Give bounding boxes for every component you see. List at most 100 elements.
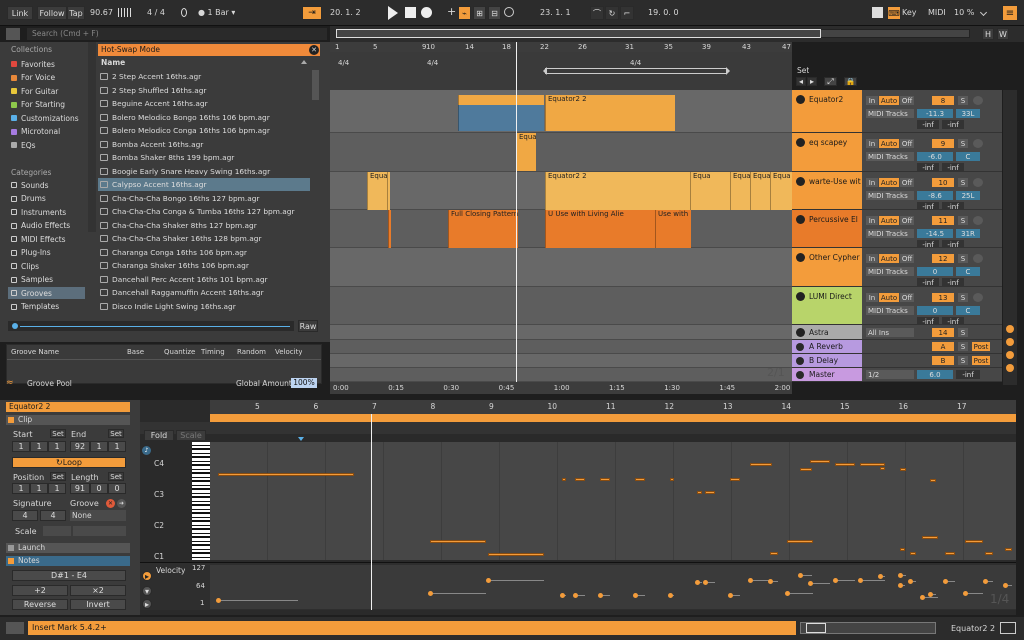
file-list-item[interactable]: Cha-Cha-Cha Conga & Tumba 16ths 127 bpm.… [98,205,310,218]
track-lane[interactable] [330,248,792,287]
track-routing-select[interactable]: MIDI Tracks [866,109,914,118]
track-number[interactable]: 11 [932,216,954,225]
track-fold-icon[interactable] [796,95,805,104]
midi-note[interactable] [900,468,906,471]
midi-note[interactable] [1005,548,1012,551]
sort-arrow-icon[interactable] [301,60,307,64]
stretch-button[interactable]: ×2 [70,585,126,596]
file-list-item[interactable]: Boogie Early Snare Heavy Swing 16ths.agr [98,165,310,178]
midi-note[interactable] [985,552,993,555]
scale-root-select[interactable] [43,526,71,536]
length-bar-field[interactable]: 91 [70,483,90,494]
sidebar-item-audio-effects[interactable]: Audio Effects [11,220,70,232]
signature-numerator[interactable]: 4 [12,510,38,521]
track-number[interactable]: 12 [932,254,954,263]
midi-note[interactable] [835,463,855,466]
preview-notes-icon[interactable]: ♪ [142,446,151,455]
track-header[interactable]: eq scapey [792,133,862,172]
tap-button[interactable]: Tap [67,6,85,20]
track-monitor-auto[interactable]: Auto [879,178,899,187]
file-list-scrollbar[interactable] [312,70,319,100]
cpu-dropdown-icon[interactable] [979,8,988,17]
track-monitor-off[interactable]: Off [900,178,914,187]
loop-start-field[interactable]: 23. 1. 1 [540,8,571,17]
loop-end-icon[interactable] [726,67,730,75]
track-volume[interactable]: -14.5 [917,229,953,238]
velocity-handle[interactable] [983,579,988,584]
post-button[interactable]: Post [972,356,990,365]
velocity-handle[interactable] [598,593,603,598]
return-track-header[interactable]: A Reverb [792,340,862,354]
track-input-in[interactable]: In [866,293,878,302]
time-signature-marker[interactable]: 4/4 [338,59,349,67]
time-ruler[interactable]: 0:00 0:15 0:30 0:45 1:00 1:15 1:30 1:45 2:00 [330,382,792,394]
velocity-handle[interactable] [808,581,813,586]
file-list-item[interactable]: Dancehall Raggamuffin Accent 16ths.agr [98,286,310,299]
scale-button[interactable]: Scale [176,430,206,441]
browser-toggle-icon[interactable] [6,28,20,40]
velocity-handle[interactable] [560,593,565,598]
master-routing-select[interactable]: 1/2 [866,370,914,379]
track-pan[interactable]: 33L [956,109,980,118]
track-fold-icon[interactable] [796,253,805,262]
collection-item[interactable]: For Starting [11,99,65,111]
track-number[interactable]: 10 [932,178,954,187]
mixer-icon[interactable] [1006,364,1014,372]
collection-item[interactable]: For Guitar [11,85,58,97]
track-volume[interactable]: -6.0 [917,152,953,161]
arrangement-clip[interactable]: Equa [516,133,536,171]
track-number[interactable]: 14 [932,328,954,337]
arrangement-clip[interactable]: Full Closing Pattern [448,210,518,248]
file-list-item[interactable]: 2 Step Shuffled 16ths.agr [98,84,310,97]
track-fold-icon[interactable] [796,138,805,147]
end-set-button[interactable]: Set [108,429,124,438]
expand-icon[interactable]: ⤢ [824,77,837,86]
start-bar-field[interactable]: 1 [12,441,30,452]
solo-button[interactable]: S [958,328,968,337]
track-fold-icon[interactable] [796,292,805,301]
track-number[interactable]: 13 [932,293,954,302]
midi-note[interactable] [562,478,566,481]
track-number[interactable]: 9 [932,139,954,148]
track-volume[interactable]: -11.3 [917,109,953,118]
track-pan[interactable]: C [956,267,980,276]
arrangement-clip[interactable]: Equa [770,172,792,210]
midi-note[interactable] [900,548,905,551]
w-button-icon[interactable]: W [997,28,1009,40]
midi-note[interactable] [705,491,715,494]
track-lane[interactable] [330,368,792,382]
file-list-item[interactable]: Charanga Conga 16ths 106 bpm.agr [98,246,310,259]
automation-arm-icon[interactable]: ⌁ [458,6,471,20]
track-lane[interactable] [330,325,792,340]
midi-note[interactable] [635,478,645,481]
midi-note[interactable] [750,463,772,466]
collection-item[interactable]: Customizations [11,112,79,124]
velocity-handle[interactable] [703,580,708,585]
midi-map-button[interactable]: MIDI [928,8,946,17]
sidebar-item-instruments[interactable]: Instruments [11,206,66,218]
signature-field[interactable]: 4 / 4 [147,8,165,17]
prev-locator-icon[interactable]: ◂ [796,77,806,86]
track-monitor-auto[interactable]: Auto [879,254,899,263]
clip-toggle-icon[interactable] [8,417,14,423]
arrangement-clip[interactable]: Use with Living Alie [655,210,691,248]
midi-note[interactable] [860,463,885,466]
midi-note[interactable] [600,478,610,481]
track-monitor-off[interactable]: Off [900,139,914,148]
master-track-header[interactable]: Master [792,368,862,382]
metronome-icon[interactable] [181,8,187,17]
file-list-item[interactable]: Cha-Cha-Cha Shaker 16ths 128 bpm.agr [98,232,310,245]
menu-icon[interactable]: ≡ [1002,5,1018,21]
time-signature-marker[interactable]: 4/4 [427,59,438,67]
arm-icon[interactable] [973,96,983,105]
velocity-handle[interactable] [878,574,883,579]
midi-note[interactable] [880,467,885,470]
file-list-item[interactable]: Dancehall Perc Accent 16ths 101 bpm.agr [98,273,310,286]
midi-note[interactable] [810,460,830,463]
midi-note[interactable] [575,478,585,481]
track-header[interactable]: Equator2 [792,90,862,133]
solo-button[interactable]: S [958,356,968,365]
play-icon[interactable] [388,6,398,20]
notes-toggle-icon[interactable] [8,558,14,564]
velocity-handle[interactable] [898,583,903,588]
